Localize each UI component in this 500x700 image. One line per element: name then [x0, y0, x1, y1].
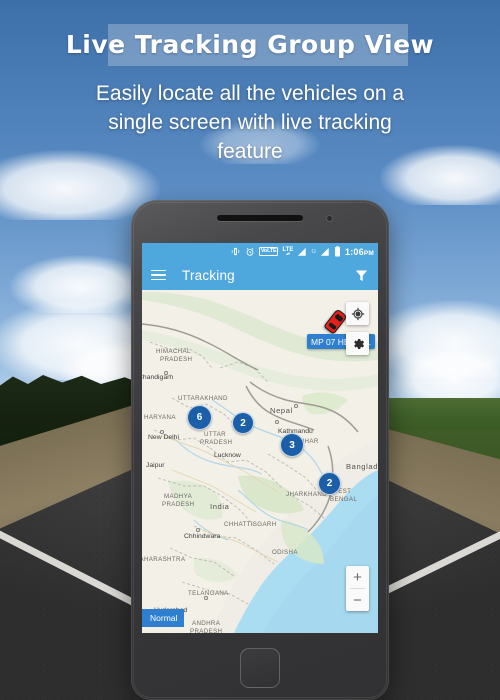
cloud-decoration — [370, 300, 500, 378]
promo-banner: Live Tracking Group View Easily locate a… — [0, 0, 500, 700]
vibrate-icon — [231, 247, 240, 256]
cluster-marker[interactable]: 2 — [232, 412, 254, 434]
cluster-marker[interactable]: 2 — [318, 472, 341, 495]
city-dot — [275, 420, 279, 424]
page-subtitle: Easily locate all the vehicles on a sing… — [95, 82, 405, 163]
page-title: Live Tracking Group View — [65, 30, 435, 59]
cluster-marker[interactable]: 3 — [280, 433, 304, 457]
phone-screen: VoLTE LTE ▴▾ G 1:06PM Tracking HIMACHAL … — [142, 243, 378, 633]
earpiece-speaker — [217, 215, 303, 221]
my-location-button[interactable] — [346, 302, 369, 325]
app-toolbar: Tracking — [142, 260, 378, 290]
gear-icon — [353, 338, 364, 349]
signal-bars-icon-2 — [320, 247, 329, 256]
filter-funnel-icon[interactable] — [354, 268, 369, 283]
cluster-marker[interactable]: 6 — [187, 405, 212, 430]
battery-icon — [335, 246, 341, 257]
city-dot — [294, 404, 298, 408]
cloud-decoration — [10, 255, 150, 313]
city-dot — [196, 528, 200, 532]
g-network-icon: G — [311, 248, 317, 255]
zoom-controls[interactable]: + − — [346, 566, 369, 611]
status-bar-clock: 1:06PM — [345, 246, 374, 257]
phone-mockup: VoLTE LTE ▴▾ G 1:06PM Tracking HIMACHAL … — [131, 200, 389, 700]
map-settings-button[interactable] — [346, 332, 369, 355]
car-windshield — [333, 313, 344, 322]
alarm-icon — [246, 247, 254, 256]
volte-icon: VoLTE — [258, 247, 279, 256]
hamburger-menu-icon[interactable] — [151, 269, 166, 281]
city-dot — [204, 596, 208, 600]
toolbar-title: Tracking — [182, 267, 235, 283]
city-dot — [160, 430, 164, 434]
android-status-bar: VoLTE LTE ▴▾ G 1:06PM — [142, 243, 378, 260]
lte-label-icon: LTE ▴▾ — [282, 246, 294, 256]
signal-bars-icon — [298, 247, 307, 256]
map-type-button[interactable]: Normal — [142, 609, 185, 627]
car-rear-window — [327, 321, 337, 330]
physical-home-button[interactable] — [240, 648, 280, 688]
zoom-out-button[interactable]: − — [346, 589, 369, 611]
map-view[interactable]: HIMACHALPRADESHChandigarhUTTARAKHANDHARY… — [142, 290, 378, 633]
zoom-in-button[interactable]: + — [346, 566, 369, 588]
city-dot — [164, 371, 168, 375]
crosshair-icon — [351, 307, 364, 320]
proximity-sensor — [327, 216, 332, 221]
